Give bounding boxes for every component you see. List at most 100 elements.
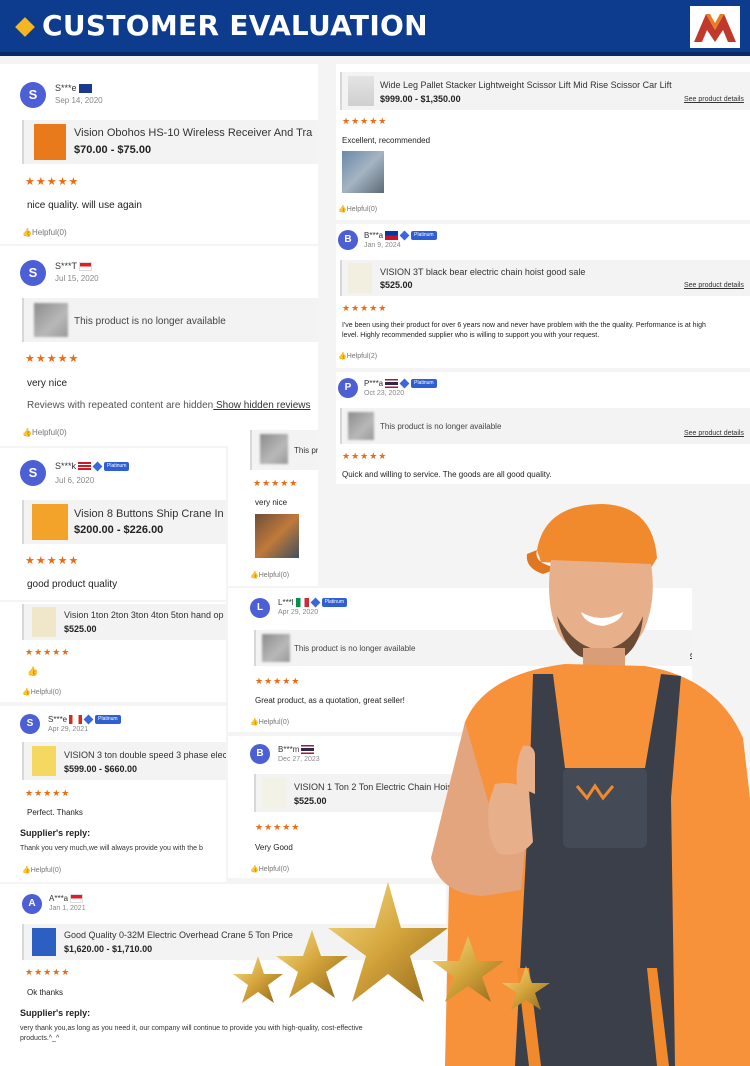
product-thumbnail [348,263,372,293]
helpful-button[interactable]: 👍Helpful(0) [22,428,67,437]
rating-stars: ★★★★★ [253,478,299,488]
product-price: $599.00 - $660.00 [64,764,138,774]
product-box[interactable]: Vision Obohos HS-10 Wireless Receiver An… [22,120,318,164]
review-text: Perfect. Thanks [27,808,83,817]
helpful-button[interactable]: 👍Helpful(0) [22,228,67,237]
product-price: $525.00 [64,624,97,634]
product-thumbnail [262,778,286,808]
product-title: Wide Leg Pallet Stacker Lightweight Scis… [380,80,672,90]
product-title: Vision Obohos HS-10 Wireless Receiver An… [74,127,313,139]
product-thumbnail [260,434,288,464]
review-date: Jan 1, 2021 [49,905,86,912]
gold-star-icon [276,930,348,998]
helpful-label: Helpful(0) [30,867,62,874]
product-price: $70.00 - $75.00 [74,144,152,156]
flag-th-icon [301,745,315,755]
see-product-details-link[interactable]: See product details [684,96,744,103]
review-card: S S***e Platinum Apr 29, 2021 VISION 3 to… [0,706,226,882]
platinum-badge: Platinum [95,715,121,725]
product-price: $525.00 [294,796,327,806]
avatar: B [338,230,358,250]
review-text: very nice [27,378,68,389]
review-photo[interactable] [255,514,299,558]
helpful-label: Helpful(0) [258,572,290,579]
review-photo[interactable] [342,151,384,193]
avatar: A [22,894,42,914]
show-hidden-reviews-link[interactable]: Show hidden reviews [213,400,311,411]
product-box[interactable]: VISION 3 ton double speed 3 phase elec $… [22,742,226,780]
review-card: Vision 1ton 2ton 3ton 4ton 5ton hand op … [0,602,226,702]
avatar: S [20,260,46,286]
rating-stars: ★★★★★ [25,647,71,657]
product-title: VISION 3T black bear electric chain hois… [380,267,586,277]
diamond-icon [15,17,35,37]
unavailable-text: This product is no longer available [74,316,226,327]
reviewer-name-text: L***l [278,598,294,607]
product-box[interactable]: Vision 1ton 2ton 3ton 4ton 5ton hand op … [22,604,226,640]
product-box[interactable]: Vision 8 Buttons Ship Crane In $200.00 -… [22,500,226,544]
platinum-badge: Platinum [411,231,437,241]
avatar: S [20,460,46,486]
review-date: Jul 15, 2020 [55,274,99,283]
see-product-details-link[interactable]: See product details [684,282,744,289]
see-product-details-link[interactable]: See product details [684,430,744,437]
reviewer-name: L***l Platinum [278,597,348,608]
flag-ph-icon [385,231,399,241]
helpful-button[interactable]: 👍Helpful(0) [250,571,289,579]
diamond-badge-icon [399,230,410,241]
product-box[interactable]: This pr [250,430,318,470]
helpful-button[interactable]: 👍Helpful(0) [250,865,289,873]
review-date: Jul 6, 2020 [55,476,95,485]
rating-stars: ★★★★★ [25,967,71,977]
product-box[interactable]: This product is no longer available See … [340,408,750,444]
helpful-button[interactable]: 👍Helpful(0) [22,866,61,874]
rating-stars: ★★★★★ [255,676,301,686]
brand-logo-icon [690,6,740,48]
helpful-label: Helpful(2) [346,353,378,360]
helpful-label: Helpful(0) [258,719,290,726]
helpful-button[interactable]: 👍Helpful(0) [22,688,61,696]
helpful-button[interactable]: 👍Helpful(2) [338,352,377,360]
rating-stars: ★★★★★ [25,176,80,188]
review-card: S S***e Sep 14, 2020 Vision Obohos HS-10… [0,64,318,244]
product-price: $999.00 - $1,350.00 [380,94,461,104]
avatar: B [250,744,270,764]
platinum-badge: Platinum [104,462,130,472]
flag-it-icon [295,598,309,608]
review-text: Excellent, recommended [342,136,431,145]
review-date: Dec 27, 2023 [278,756,320,763]
reviewer-name-text: B***m [278,745,300,754]
diamond-badge-icon [310,597,321,608]
review-card: B B***a Platinum Jan 9, 2024 VISION 3T bl… [336,224,750,368]
platinum-badge: Platinum [411,379,437,389]
avatar: P [338,378,358,398]
flag-ca-icon [69,715,83,725]
reviewer-name-text: S***e [55,83,77,93]
reviewer-name: B***a Platinum [364,230,437,241]
review-text: I've been using their product for over 6… [342,322,706,329]
product-thumbnail [32,928,56,956]
product-box[interactable]: VISION 3T black bear electric chain hois… [340,260,750,296]
product-thumbnail [34,303,68,337]
product-box[interactable]: This product is no longer available [22,298,318,342]
reviewer-name: S***T [55,261,93,272]
gold-stars-decoration [233,882,550,1010]
review-card: This pr ★★★★★ very nice 👍Helpful(0) [228,428,318,586]
helpful-label: Helpful(0) [346,206,378,213]
review-text: good product quality [27,579,118,590]
review-text: level. Highly recommended supplier who i… [342,332,600,339]
helpful-button[interactable]: 👍Helpful(0) [250,718,289,726]
rating-stars: ★★★★★ [25,788,71,798]
reviewer-name: S***k Platinum [55,461,130,472]
helpful-button[interactable]: 👍Helpful(0) [338,205,377,213]
reviewer-name-text: S***e [48,715,68,724]
helpful-label: Helpful(0) [30,689,62,696]
header-banner: CUSTOMER EVALUATION [0,0,750,56]
product-box[interactable]: Wide Leg Pallet Stacker Lightweight Scis… [340,72,750,110]
supplier-reply-text: very thank you,as long as you need it, o… [20,1025,363,1032]
unavailable-text: This product is no longer available [380,422,502,431]
supplier-reply-text: Thank you very much,we will always provi… [20,845,203,852]
rating-stars: ★★★★★ [342,116,388,126]
review-card: S S***k Platinum Jul 6, 2020 Vision 8 But… [0,448,226,600]
rating-stars: ★★★★★ [25,555,80,567]
